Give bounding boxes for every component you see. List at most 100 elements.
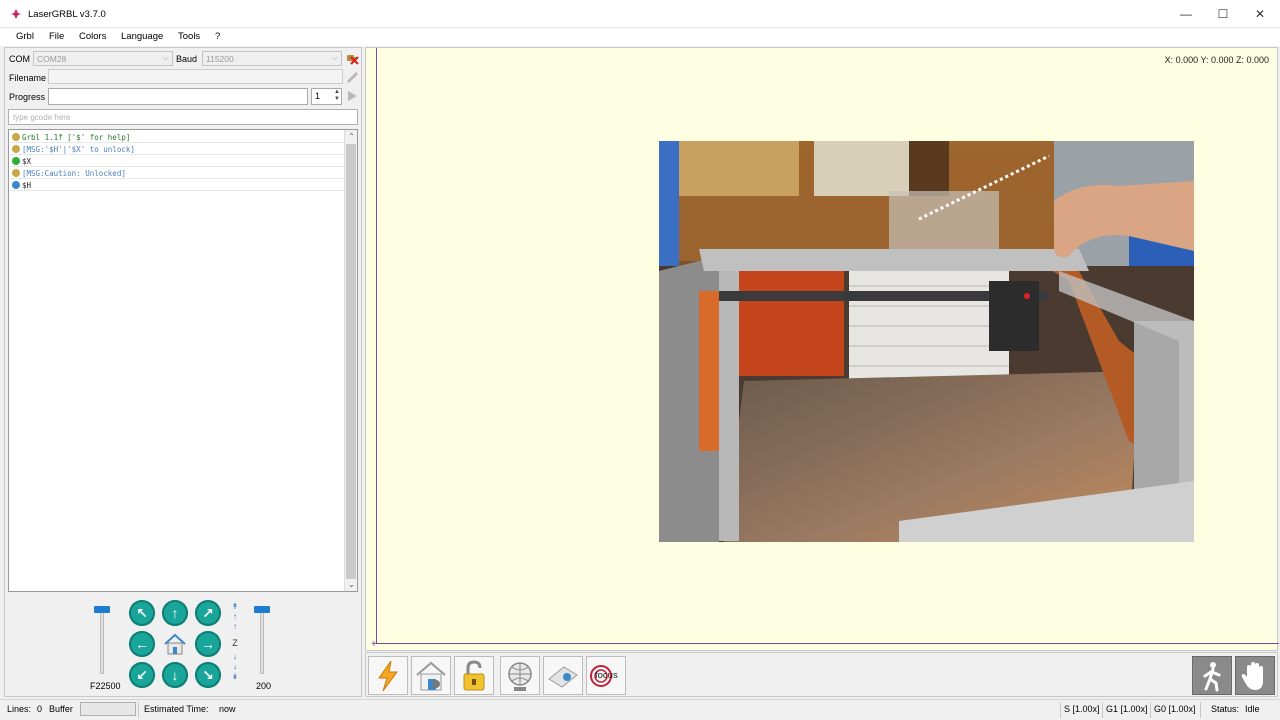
- z-up-arrows[interactable]: ↟ ↑ ↑: [230, 602, 240, 632]
- ok-check-icon: [12, 157, 20, 165]
- gcode-command-input[interactable]: type gcode here: [8, 109, 358, 125]
- run-program-icon[interactable]: [345, 89, 359, 103]
- jog-south-east-button[interactable]: ↘: [195, 662, 221, 688]
- chevron-down-icon: ⌵: [331, 53, 338, 62]
- stepper-arrows-icon[interactable]: ▲ ▼: [334, 89, 340, 103]
- status-separator: [1102, 702, 1103, 718]
- buffer-progress-bar: [80, 702, 136, 716]
- menu-grbl[interactable]: Grbl: [16, 31, 34, 42]
- console-line: Grbl 1.1f ['$' for help]: [10, 131, 345, 143]
- walk-icon: [1203, 661, 1221, 691]
- scroll-down-icon[interactable]: ⌄: [345, 578, 358, 591]
- menu-help[interactable]: ?: [215, 31, 220, 42]
- console-line-text: Grbl 1.1f ['$' for help]: [22, 133, 131, 142]
- y-axis-line: [376, 48, 377, 644]
- homing-icon: [416, 661, 446, 690]
- center-button[interactable]: [500, 656, 540, 695]
- feed-slider-thumb[interactable]: [94, 606, 110, 613]
- arrow-up-icon: ↑: [171, 605, 179, 621]
- spindle-override[interactable]: S [1.00x]: [1064, 704, 1100, 714]
- status-separator: [1200, 702, 1201, 718]
- laser-app-icon: [11, 9, 21, 19]
- preview-canvas[interactable]: X: 0.000 Y: 0.000 Z: 0.000 +: [365, 47, 1279, 651]
- jog-north-button[interactable]: ↑: [162, 600, 188, 626]
- g0-override[interactable]: G0 [1.00x]: [1154, 704, 1196, 714]
- abort-button[interactable]: [1235, 656, 1275, 695]
- pending-icon: [12, 181, 20, 189]
- reset-button[interactable]: [368, 656, 408, 695]
- jog-north-east-button[interactable]: ↗: [195, 600, 221, 626]
- scroll-thumb[interactable]: [346, 144, 356, 579]
- jog-mode-button[interactable]: [1192, 656, 1232, 695]
- scroll-up-icon[interactable]: ⌃: [345, 130, 358, 143]
- focus-button[interactable]: focus: [586, 656, 626, 695]
- command-toolbar: focus: [365, 652, 1278, 697]
- center-globe-icon: [508, 661, 532, 691]
- jog-south-button[interactable]: ↓: [162, 662, 188, 688]
- console-log: Grbl 1.1f ['$' for help] [MSG:'$H'|'$X' …: [8, 129, 358, 592]
- menu-colors[interactable]: Colors: [79, 31, 106, 42]
- focus-label: focus: [595, 670, 618, 681]
- console-line: $H: [10, 179, 345, 191]
- close-button[interactable]: ✕: [1241, 0, 1279, 28]
- console-scrollbar[interactable]: ⌃ ⌄: [344, 130, 357, 591]
- filename-field[interactable]: [48, 69, 343, 84]
- status-value: Idle: [1245, 704, 1260, 714]
- feed-value: F22500: [90, 681, 121, 691]
- status-separator: [1150, 702, 1151, 718]
- message-icon: [12, 145, 20, 153]
- status-bar: Lines: 0 Buffer Estimated Time: now S [1…: [0, 699, 1280, 720]
- x-axis-line: [376, 643, 1279, 644]
- open-file-icon[interactable]: [345, 70, 359, 84]
- buffer-label: Buffer: [49, 704, 73, 714]
- feed-slider-track[interactable]: [100, 606, 104, 674]
- status-label: Status:: [1211, 704, 1240, 714]
- status-separator: [138, 702, 139, 718]
- arrow-left-icon: ←: [135, 636, 149, 652]
- console-line: [MSG:'$H'|'$X' to unlock]: [10, 143, 345, 155]
- z-down-arrows[interactable]: ↓ ↓ ↡: [230, 652, 240, 682]
- arrow-up-left-icon: ↖: [136, 604, 148, 621]
- window-title: LaserGRBL v3.7.0: [28, 9, 106, 20]
- jog-home-button[interactable]: [162, 631, 188, 657]
- com-port-value: COM28: [37, 54, 67, 64]
- jog-east-button[interactable]: →: [195, 631, 221, 657]
- passes-stepper[interactable]: 1 ▲ ▼: [311, 88, 342, 105]
- lines-label: Lines:: [7, 704, 32, 714]
- jog-north-west-button[interactable]: ↖: [129, 600, 155, 626]
- progress-bar: [48, 88, 308, 105]
- coordinates-readout: X: 0.000 Y: 0.000 Z: 0.000: [1164, 55, 1269, 65]
- jog-south-west-button[interactable]: ↙: [129, 662, 155, 688]
- homing-button[interactable]: [411, 656, 451, 695]
- disconnect-icon[interactable]: [345, 51, 359, 65]
- message-icon: [12, 133, 20, 141]
- estimated-time-value: now: [219, 704, 236, 714]
- lines-value: 0: [37, 704, 43, 714]
- console-line-text: [MSG:'$H'|'$X' to unlock]: [22, 145, 135, 154]
- minimize-button[interactable]: —: [1167, 0, 1205, 28]
- arrow-down-icon: ↓: [171, 667, 179, 683]
- title-bar: LaserGRBL v3.7.0 — ☐ ✕: [0, 0, 1280, 28]
- home-icon: [164, 633, 186, 655]
- baud-rate-select[interactable]: 115200 ⌵: [202, 51, 342, 66]
- console-line-text: [MSG:Caution: Unlocked]: [22, 169, 126, 178]
- arrow-up-right-icon: ↗: [202, 604, 214, 621]
- unlock-icon: [463, 659, 485, 690]
- status-separator: [1060, 702, 1061, 718]
- baud-label: Baud: [176, 54, 198, 64]
- step-slider-track[interactable]: [260, 606, 264, 674]
- jog-west-button[interactable]: ←: [129, 631, 155, 657]
- menu-file[interactable]: File: [49, 31, 64, 42]
- laser-machine-photo: [659, 141, 1194, 542]
- corner-button[interactable]: [543, 656, 583, 695]
- progress-label: Progress: [9, 92, 46, 102]
- com-port-select[interactable]: COM28 ⌵: [33, 51, 173, 66]
- menu-tools[interactable]: Tools: [178, 31, 200, 42]
- unlock-button[interactable]: [454, 656, 494, 695]
- step-slider-thumb[interactable]: [254, 606, 270, 613]
- estimated-time-label: Estimated Time:: [144, 704, 209, 714]
- corner-icon: [548, 665, 578, 688]
- g1-override[interactable]: G1 [1.00x]: [1106, 704, 1148, 714]
- menu-language[interactable]: Language: [121, 31, 163, 42]
- maximize-button[interactable]: ☐: [1204, 0, 1242, 28]
